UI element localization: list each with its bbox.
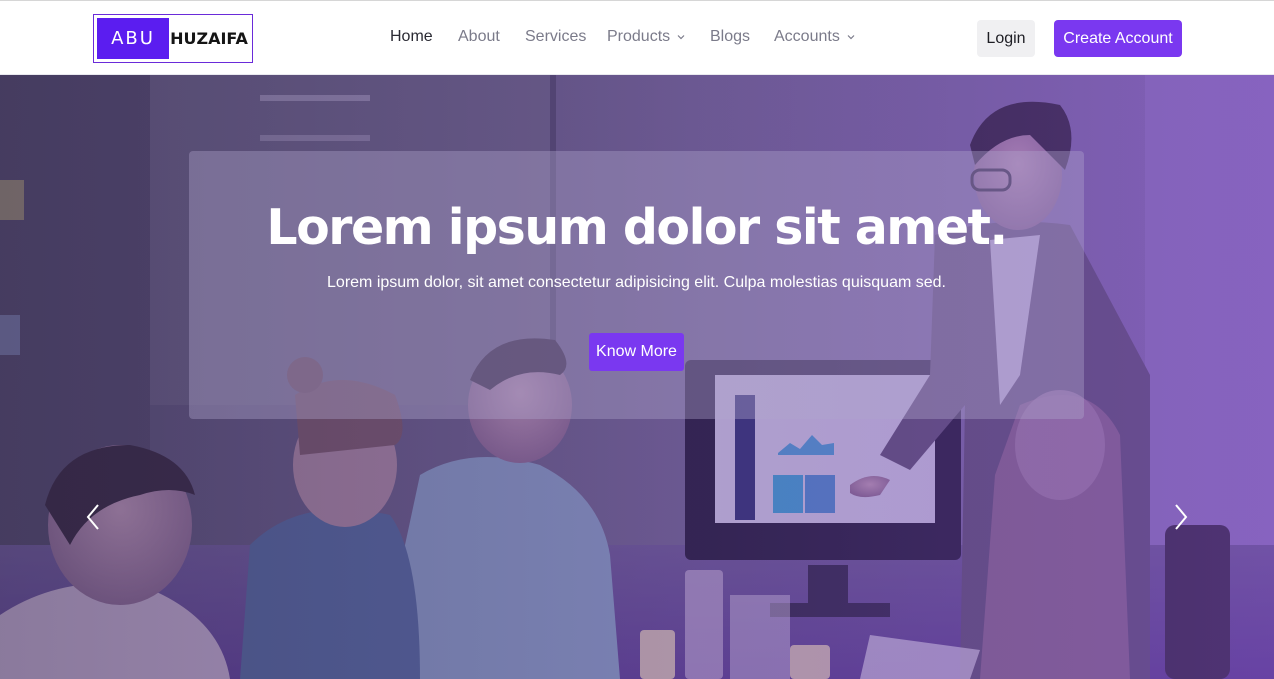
- login-button[interactable]: Login: [977, 20, 1035, 57]
- nav-item-services[interactable]: Services: [525, 28, 586, 46]
- chevron-down-icon: [676, 32, 686, 42]
- nav-item-accounts-label: Accounts: [774, 28, 840, 45]
- nav-item-accounts[interactable]: Accounts: [774, 28, 856, 46]
- nav-item-home[interactable]: Home: [390, 28, 433, 46]
- hero-title: Lorem ipsum dolor sit amet.: [266, 199, 1008, 256]
- know-more-button[interactable]: Know More: [589, 333, 684, 371]
- hero-subtitle: Lorem ipsum dolor, sit amet consectetur …: [327, 274, 946, 291]
- chevron-right-icon: [1175, 504, 1188, 530]
- nav-item-blogs[interactable]: Blogs: [710, 28, 750, 46]
- hero-carousel: Lorem ipsum dolor sit amet. Lorem ipsum …: [0, 75, 1274, 679]
- chevron-down-icon: [846, 32, 856, 42]
- nav-item-products-label: Products: [607, 28, 671, 45]
- nav-item-products[interactable]: Products: [607, 28, 686, 46]
- chevron-left-icon: [86, 504, 99, 530]
- create-account-button[interactable]: Create Account: [1054, 20, 1182, 57]
- nav-item-about[interactable]: About: [458, 28, 500, 46]
- navbar: ABU HUZAIFA Home About Services Products…: [0, 0, 1274, 75]
- carousel-prev-button[interactable]: [78, 497, 108, 537]
- carousel-next-button[interactable]: [1166, 497, 1196, 537]
